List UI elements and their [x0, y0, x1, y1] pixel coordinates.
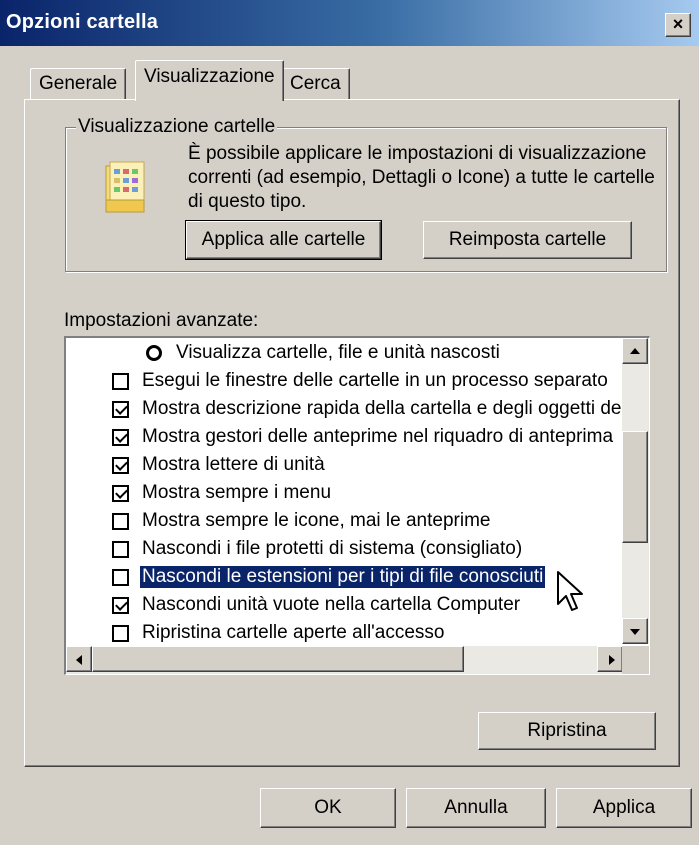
mouse-cursor-icon: [557, 571, 583, 611]
horizontal-scrollbar[interactable]: [66, 646, 623, 674]
list-item-label: Visualizza cartelle, file e unità nascos…: [176, 342, 500, 363]
arrow-right-icon: [609, 655, 615, 665]
ok-button[interactable]: OK: [260, 788, 396, 828]
checkbox[interactable]: [112, 513, 129, 530]
list-item-label: Nascondi unità vuote nella cartella Comp…: [142, 594, 521, 615]
advanced-settings-label: Impostazioni avanzate:: [64, 310, 259, 331]
checkbox[interactable]: [112, 457, 129, 474]
list-item-label: Mostra gestori delle anteprime nel riqua…: [142, 426, 614, 447]
checkbox[interactable]: [112, 401, 129, 418]
list-item-label: Mostra descrizione rapida della cartella…: [142, 398, 622, 419]
list-item-label: Mostra sempre i menu: [142, 482, 332, 503]
advanced-settings-list[interactable]: Visualizza cartelle, file e unità nascos…: [64, 336, 650, 675]
list-item-label: Mostra sempre le icone, mai le anteprime: [142, 510, 491, 531]
cancel-button[interactable]: Annulla: [406, 788, 546, 828]
folder-view-legend: Visualizzazione cartelle: [76, 116, 278, 138]
checkbox[interactable]: [112, 429, 129, 446]
checkbox[interactable]: [112, 373, 129, 390]
tab-cerca[interactable]: Cerca: [281, 68, 350, 100]
horizontal-scroll-thumb[interactable]: [92, 646, 464, 672]
checkbox[interactable]: [112, 597, 129, 614]
scrollbar-corner: [622, 646, 649, 674]
arrow-left-icon: [76, 655, 82, 665]
checkbox[interactable]: [112, 569, 129, 586]
apply-to-folders-button[interactable]: Applica alle cartelle: [185, 220, 382, 260]
list-item-label: Nascondi le estensioni per i tipi di fil…: [138, 565, 547, 589]
vertical-scroll-thumb[interactable]: [622, 431, 648, 543]
list-item-label: Nascondi i file protetti di sistema (con…: [142, 538, 523, 559]
reset-folders-button[interactable]: Reimposta cartelle: [423, 221, 632, 259]
checkbox[interactable]: [112, 541, 129, 558]
window-title: Opzioni cartella: [6, 11, 159, 33]
scroll-up-button[interactable]: [622, 338, 648, 364]
list-item-label: Mostra lettere di unità: [142, 454, 325, 475]
tab-generale[interactable]: Generale: [30, 68, 127, 100]
scroll-down-button[interactable]: [622, 618, 648, 644]
close-icon: ×: [672, 14, 684, 34]
scroll-right-button[interactable]: [597, 646, 623, 672]
checkbox[interactable]: [112, 485, 129, 502]
tab-visualizzazione[interactable]: Visualizzazione: [135, 60, 284, 101]
arrow-down-icon: [630, 629, 640, 635]
vertical-scrollbar[interactable]: [622, 338, 649, 644]
radio-button[interactable]: [146, 345, 162, 361]
folder-view-description: È possibile applicare le impostazioni di…: [188, 143, 655, 212]
scroll-left-button[interactable]: [66, 646, 92, 672]
list-item-label: Esegui le finestre delle cartelle in un …: [142, 370, 608, 391]
restore-defaults-button[interactable]: Ripristina: [478, 712, 656, 750]
apply-button[interactable]: Applica: [556, 788, 692, 828]
folder-icon: [105, 161, 145, 213]
checkbox[interactable]: [112, 625, 129, 642]
arrow-up-icon: [630, 348, 640, 354]
close-button[interactable]: ×: [665, 13, 691, 37]
list-item-label: Ripristina cartelle aperte all'accesso: [142, 622, 445, 643]
